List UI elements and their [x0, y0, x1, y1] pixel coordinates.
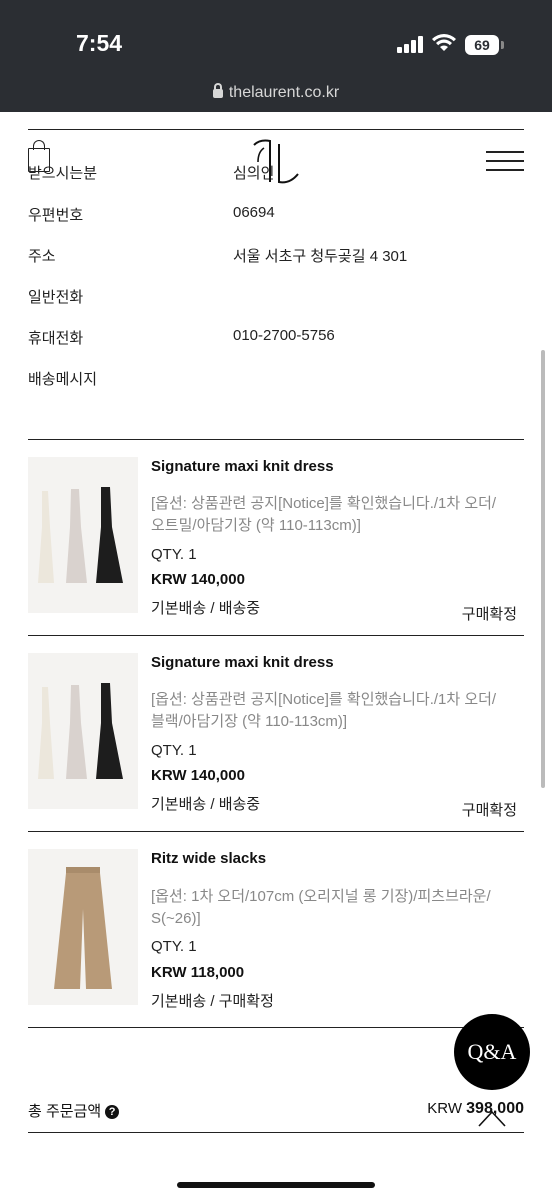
total-order-amount: KRW 398,000 — [427, 1100, 524, 1118]
total-label-text: 총 주문금액 — [28, 1103, 102, 1120]
scrollbar[interactable] — [541, 350, 545, 788]
item-shipping-status: 기본배송 / 배송중 — [151, 600, 261, 617]
delivery-message-label: 배송메시지 — [28, 371, 98, 388]
item-option-line2: 오트밀/아담기장 (약 110-113cm)] — [151, 517, 361, 534]
product-image-dress[interactable] — [28, 457, 138, 613]
mobile-label: 휴대전화 — [28, 330, 84, 347]
address-value: 서울 서초구 청두곶길 4 301 — [233, 248, 408, 265]
divider — [28, 129, 524, 130]
purchase-confirm-status: 구매확정 — [461, 802, 517, 819]
dress-icon — [28, 653, 138, 809]
url-text: thelaurent.co.kr — [228, 84, 340, 101]
brand-logo[interactable] — [250, 138, 302, 188]
postcode-value: 06694 — [233, 204, 275, 221]
item-name[interactable]: Signature maxi knit dress — [151, 458, 334, 475]
divider — [28, 831, 524, 832]
item-price: KRW 140,000 — [151, 767, 245, 784]
hamburger-menu-icon[interactable] — [486, 151, 524, 171]
qa-button[interactable]: Q&A — [454, 1014, 530, 1090]
purchase-confirm-status: 구매확정 — [461, 606, 517, 623]
item-option-line2: S(~26)] — [151, 910, 201, 927]
dress-icon — [28, 457, 138, 613]
battery-tip — [501, 41, 504, 49]
status-time: 7:54 — [76, 30, 123, 56]
item-name[interactable]: Signature maxi knit dress — [151, 654, 334, 671]
divider — [28, 439, 524, 440]
item-option-line1: [옵션: 상품관련 공지[Notice]를 확인했습니다./1차 오더/ — [151, 691, 497, 708]
item-shipping-status: 기본배송 / 구매확정 — [151, 993, 274, 1010]
address-label: 주소 — [28, 248, 56, 265]
divider — [28, 1027, 524, 1028]
help-icon[interactable]: ? — [105, 1105, 120, 1119]
battery-icon: 69 — [465, 35, 499, 55]
item-option-line1: [옵션: 1차 오더/107cm (오리지널 롱 기장)/피츠브라운/ — [151, 888, 491, 905]
item-option-line2: 블랙/아담기장 (약 110-113cm)] — [151, 713, 348, 730]
item-price: KRW 140,000 — [151, 571, 245, 588]
item-shipping-status: 기본배송 / 배송중 — [151, 796, 261, 813]
item-qty: QTY. 1 — [151, 546, 197, 563]
wifi-icon — [432, 34, 456, 51]
item-name[interactable]: Ritz wide slacks — [151, 850, 266, 867]
address-bar[interactable]: thelaurent.co.kr — [0, 83, 552, 102]
cellular-signal-icon — [397, 36, 425, 53]
shopping-bag-icon[interactable] — [28, 140, 50, 172]
phone-label: 일반전화 — [28, 289, 84, 306]
slacks-icon — [28, 849, 138, 1005]
postcode-label: 우편번호 — [28, 207, 84, 224]
product-image-dress[interactable] — [28, 653, 138, 809]
scroll-to-top-icon[interactable] — [478, 1108, 506, 1128]
item-price: KRW 118,000 — [151, 964, 245, 981]
total-order-amount-label: 총 주문금액? — [28, 1100, 120, 1121]
product-image-slacks[interactable] — [28, 849, 138, 1005]
divider — [28, 1132, 524, 1133]
item-qty: QTY. 1 — [151, 742, 197, 759]
total-currency: KRW — [427, 1100, 462, 1117]
lock-icon — [212, 83, 223, 98]
item-qty: QTY. 1 — [151, 938, 197, 955]
divider — [28, 635, 524, 636]
home-indicator[interactable] — [177, 1182, 375, 1188]
mobile-value: 010-2700-5756 — [233, 327, 335, 344]
browser-chrome: 7:54 69 thelaurent.co.kr — [0, 0, 552, 112]
item-option-line1: [옵션: 상품관련 공지[Notice]를 확인했습니다./1차 오더/ — [151, 495, 497, 512]
